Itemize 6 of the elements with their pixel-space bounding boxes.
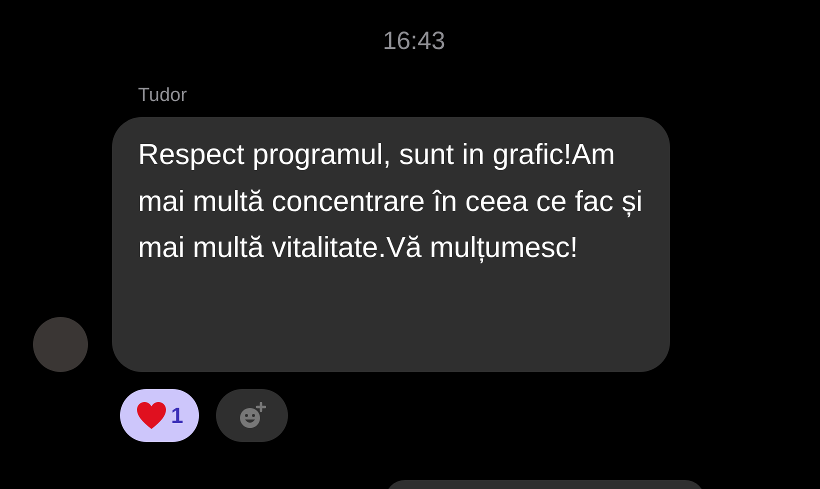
heart-icon [136,401,167,430]
sender-name: Tudor [138,85,187,106]
reaction-chip[interactable]: 1 [120,389,200,442]
smiley-plus-icon [238,402,266,430]
timestamp: 16:43 [382,26,446,56]
message-text: Respect programul, sunt in grafic!Am mai multă concentrare în ceea ce fac și mai multă vitalitate.Vă mulțumesc! [138,138,644,266]
